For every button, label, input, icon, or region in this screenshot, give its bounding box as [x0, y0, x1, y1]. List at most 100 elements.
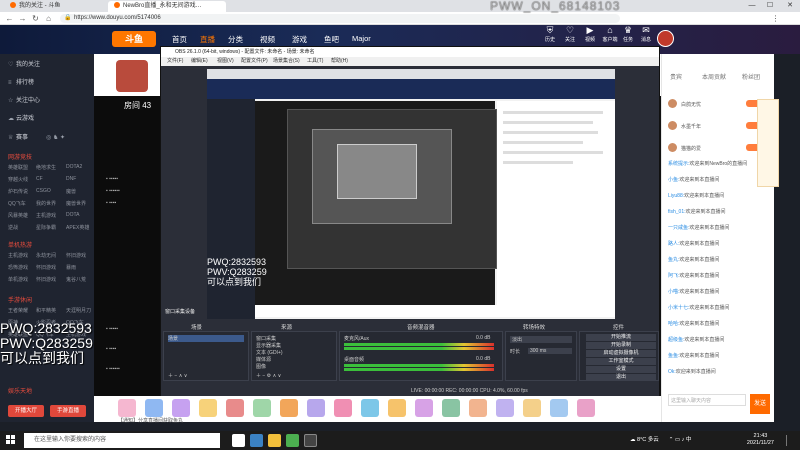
taskbar-search-input[interactable]: 在这里输入你要搜索的内容: [24, 433, 220, 448]
home-icon[interactable]: ⌂: [43, 13, 54, 24]
gift-item[interactable]: [388, 399, 406, 417]
notification-icon[interactable]: [786, 435, 794, 446]
sidebar-game-link[interactable]: QQ飞车: [8, 200, 26, 207]
rank-row[interactable]: 水墨千年: [668, 121, 768, 133]
sidebar-game-link[interactable]: CF: [36, 176, 43, 182]
browser-tab-active[interactable]: NewBro直播_永和无间游戏…: [108, 1, 226, 12]
nav-major[interactable]: Major: [352, 34, 371, 43]
chat-input[interactable]: 这里输入聊天内容: [668, 394, 746, 406]
sidebar-item-center[interactable]: ☆ 关注中心: [8, 95, 40, 104]
edge-icon[interactable]: [250, 434, 263, 447]
exit-button[interactable]: 退出: [586, 374, 656, 381]
start-recording-button[interactable]: 开始录制: [586, 342, 656, 349]
sidebar-game-link[interactable]: 单机游戏: [8, 276, 28, 283]
tab-vip[interactable]: 贵宾: [670, 72, 682, 81]
nav-game[interactable]: 游戏: [292, 34, 307, 45]
sidebar-game-link[interactable]: 炉石传说: [8, 188, 28, 195]
obs-menu-help[interactable]: 帮助(H): [331, 57, 348, 66]
gift-item[interactable]: [496, 399, 514, 417]
gift-item[interactable]: [226, 399, 244, 417]
chat-username[interactable]: 一只咸鱼:: [668, 225, 689, 231]
virtual-camera-button[interactable]: 启动虚拟摄像机: [586, 350, 656, 357]
source-item[interactable]: 媒体源: [256, 356, 271, 363]
chat-username[interactable]: 阿飞:: [668, 273, 679, 279]
sidebar-game-link[interactable]: DOTA2: [66, 164, 82, 170]
gift-item[interactable]: [172, 399, 190, 417]
tab-fans[interactable]: 粉丝团: [742, 72, 760, 81]
obs-taskbar-icon[interactable]: [304, 434, 317, 447]
sidebar-game-link[interactable]: 王者荣耀: [8, 307, 28, 314]
sidebar-game-link[interactable]: 怀旧游戏: [66, 252, 86, 259]
source-item[interactable]: 图像: [256, 363, 266, 370]
sidebar-game-link[interactable]: 怀旧游戏: [36, 264, 56, 271]
obs-menu-profile[interactable]: 配置文件(P): [241, 57, 268, 66]
sidebar-game-link[interactable]: 鬼谷八荒: [66, 276, 86, 283]
sidebar-game-link[interactable]: 天涯明月刀: [66, 307, 91, 314]
gift-item[interactable]: [469, 399, 487, 417]
gift-item[interactable]: [415, 399, 433, 417]
windows-start-icon[interactable]: [6, 435, 16, 445]
sidebar-game-link[interactable]: 恐怖游戏: [8, 264, 28, 271]
source-item[interactable]: 显示器采集: [256, 342, 281, 349]
chat-username[interactable]: Liyu88:: [668, 193, 684, 199]
tab-week[interactable]: 本周贡献: [702, 72, 726, 81]
sidebar-game-link[interactable]: DOTA: [66, 212, 80, 218]
gift-item[interactable]: [334, 399, 352, 417]
chat-username[interactable]: 小米十七:: [668, 305, 689, 311]
nav-live[interactable]: 直播: [200, 34, 215, 45]
gift-item[interactable]: [253, 399, 271, 417]
start-live-button[interactable]: 开播大厅: [8, 405, 44, 417]
gift-item[interactable]: [361, 399, 379, 417]
scene-add-icon[interactable]: ＋ − ∧ ∨: [168, 372, 187, 379]
url-input[interactable]: 🔒 https://www.douyu.com/5174006: [60, 14, 620, 23]
client-button[interactable]: ⌂ 客户端: [600, 25, 620, 43]
close-icon[interactable]: ✕: [782, 0, 798, 12]
mobile-live-button[interactable]: 手游直播: [50, 405, 86, 417]
rank-row[interactable]: 猫猫的爱: [668, 143, 768, 155]
rank-row[interactable]: 白鸽无忧: [668, 99, 768, 111]
gift-item[interactable]: [307, 399, 325, 417]
nav-video[interactable]: 视频: [260, 34, 275, 45]
transition-duration-input[interactable]: 300 ms: [528, 348, 572, 354]
reload-icon[interactable]: ↻: [30, 13, 41, 24]
studio-mode-button[interactable]: 工作室模式: [586, 358, 656, 365]
menu-icon[interactable]: ⋮: [770, 13, 781, 24]
obs-menu-file[interactable]: 文件(F): [167, 57, 183, 66]
nav-home[interactable]: 首页: [172, 34, 187, 45]
chat-username[interactable]: 小喵:: [668, 289, 679, 295]
obs-menu-tools[interactable]: 工具(T): [307, 57, 323, 66]
sidebar-item-cloud[interactable]: ☁ 云游戏: [8, 113, 34, 122]
obs-menu-view[interactable]: 视图(V): [217, 57, 234, 66]
sidebar-item-event[interactable]: ♕ 赛事 ◎ ♞ ✦: [8, 132, 65, 141]
sidebar-item-rank[interactable]: ≡ 排行榜: [8, 77, 34, 86]
nav-category[interactable]: 分类: [228, 34, 243, 45]
taskbar-clock[interactable]: 21:43 2021/11/27: [747, 433, 774, 447]
gift-item[interactable]: [280, 399, 298, 417]
sidebar-game-link[interactable]: 星际争霸: [36, 224, 56, 231]
gift-item[interactable]: [523, 399, 541, 417]
chat-username[interactable]: 鱼丸:: [668, 257, 679, 263]
sidebar-game-link[interactable]: 永劫无间: [36, 252, 56, 259]
back-icon[interactable]: ←: [4, 13, 15, 24]
chat-username[interactable]: 鱼鱼:: [668, 353, 679, 359]
task-view-icon[interactable]: [232, 434, 245, 447]
start-streaming-button[interactable]: 开始推流: [586, 334, 656, 341]
sidebar-game-link[interactable]: 和平精英: [36, 307, 56, 314]
chat-username[interactable]: 路人:: [668, 241, 679, 247]
sidebar-game-link[interactable]: 怀旧游戏: [36, 276, 56, 283]
promo-ad[interactable]: [757, 99, 779, 187]
chat-username[interactable]: 哈哈:: [668, 321, 679, 327]
gift-item[interactable]: [145, 399, 163, 417]
sidebar-game-link[interactable]: 主机游戏: [8, 252, 28, 259]
sidebar-game-link[interactable]: 主机游戏: [36, 212, 56, 219]
source-item[interactable]: 文本 (GDI+): [256, 349, 283, 356]
sidebar-game-link[interactable]: 魔兽: [66, 188, 76, 195]
sidebar-game-link[interactable]: 穿越火线: [8, 176, 28, 183]
sidebar-game-link[interactable]: 魔兽世界: [66, 200, 86, 207]
gift-item[interactable]: [577, 399, 595, 417]
sidebar-game-link[interactable]: APEX英雄: [66, 224, 89, 231]
streamer-avatar[interactable]: [116, 60, 148, 92]
chat-username[interactable]: 小鱼:: [668, 177, 679, 183]
user-avatar[interactable]: [657, 30, 674, 47]
sidebar-game-link[interactable]: 逆战: [8, 224, 18, 231]
